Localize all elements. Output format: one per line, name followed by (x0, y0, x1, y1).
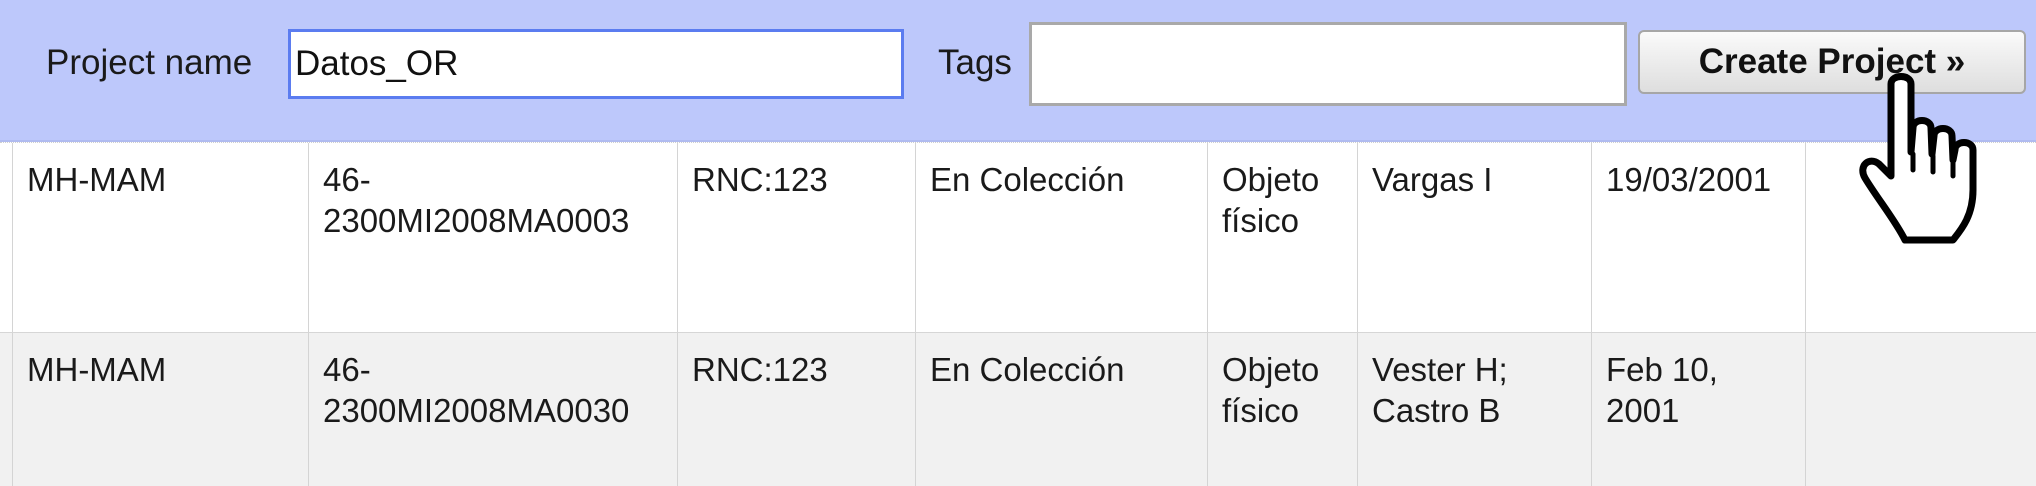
table-cell: Vester H; Castro B (1357, 333, 1591, 486)
table-cell (1805, 143, 2036, 332)
table-cell: Objeto físico (1207, 143, 1357, 332)
table-cell: En Colección (915, 143, 1207, 332)
table-cell: RNC:123 (677, 333, 915, 486)
table-row: MH-MAM 46- 2300MI2008MA0003 RNC:123 En C… (0, 142, 2036, 332)
table-cell: 19/03/2001 (1591, 143, 1805, 332)
table-cell: RNC:123 (677, 143, 915, 332)
table-cell: En Colección (915, 333, 1207, 486)
project-name-input[interactable] (288, 29, 904, 99)
data-preview-table: MH-MAM 46- 2300MI2008MA0003 RNC:123 En C… (0, 142, 2036, 486)
table-cell: 46- 2300MI2008MA0030 (308, 333, 677, 486)
table-cell: MH-MAM (12, 333, 308, 486)
table-cell: MH-MAM (12, 143, 308, 332)
table-row: MH-MAM 46- 2300MI2008MA0030 RNC:123 En C… (0, 332, 2036, 486)
project-name-label: Project name (46, 43, 253, 82)
table-cell: Feb 10, 2001 (1591, 333, 1805, 486)
table-cell: 46- 2300MI2008MA0003 (308, 143, 677, 332)
table-cell: Objeto físico (1207, 333, 1357, 486)
tags-input[interactable] (1029, 22, 1627, 106)
table-cell (1805, 333, 2036, 486)
table-cell: Vargas I (1357, 143, 1591, 332)
create-project-button[interactable]: Create Project » (1638, 30, 2026, 94)
tags-label: Tags (938, 43, 1012, 82)
create-project-toolbar: Project name Tags Create Project » (0, 0, 2036, 142)
